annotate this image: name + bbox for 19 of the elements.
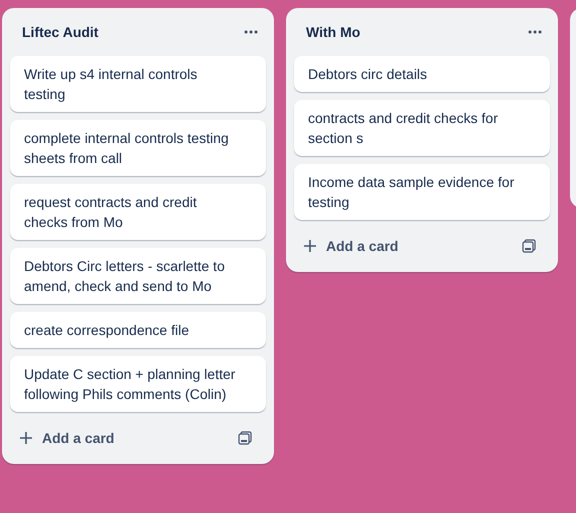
list-title[interactable]: Liftec Audit [22, 24, 98, 40]
more-icon[interactable] [528, 30, 542, 34]
task-card[interactable]: Debtors Circ letters - scarlette to amend, check and send to Mo [10, 248, 266, 304]
task-card[interactable]: Update C section + planning letter following Phils comments (Colin) [10, 356, 266, 412]
template-icon[interactable] [238, 431, 252, 445]
more-icon[interactable] [244, 30, 258, 34]
plus-icon [20, 432, 32, 444]
task-card[interactable]: complete internal controls testing sheets from call [10, 120, 266, 176]
task-card[interactable]: create correspondence file [10, 312, 266, 348]
task-card[interactable]: Debtors circ details [294, 56, 550, 92]
plus-icon [304, 240, 316, 252]
task-card[interactable]: Write up s4 internal controls testing [10, 56, 266, 112]
task-card[interactable]: Income data sample evidence for testing [294, 164, 550, 220]
list-title[interactable]: With Mo [306, 24, 360, 40]
task-card[interactable]: contracts and credit checks for section s [294, 100, 550, 156]
template-icon[interactable] [522, 239, 536, 253]
add-card-button[interactable]: Add a card [302, 234, 400, 258]
add-card-button[interactable]: Add a card [18, 426, 116, 450]
task-card[interactable]: request contracts and credit checks from Mo [10, 184, 266, 240]
